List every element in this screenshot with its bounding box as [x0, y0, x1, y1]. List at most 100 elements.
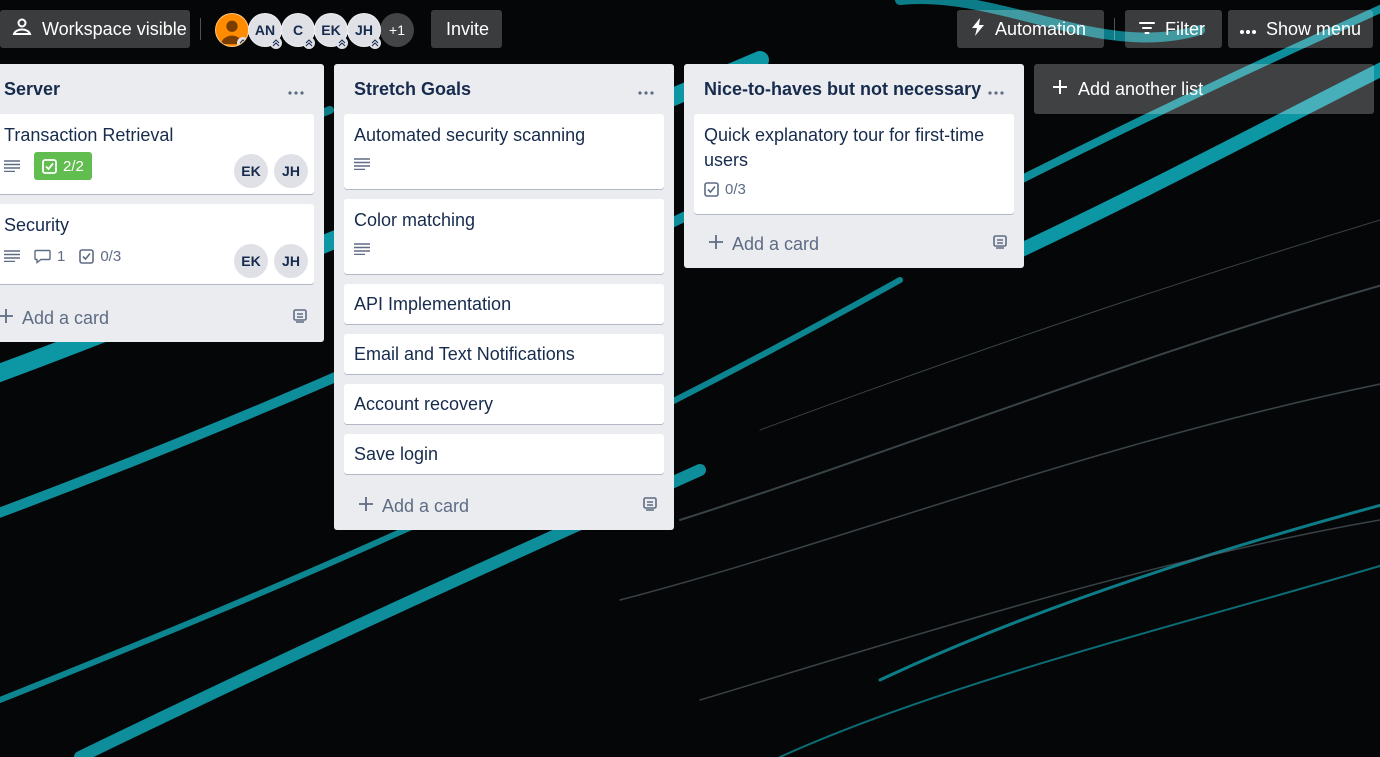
add-card-button[interactable]: Add a card [334, 482, 674, 530]
plus-icon [708, 234, 724, 255]
workspace-visible-icon [12, 17, 32, 42]
card-title: Save login [354, 444, 439, 464]
list-header: Nice-to-haves but not necessary [684, 64, 1024, 114]
card[interactable]: Transaction Retrieval 2/2 EK JH [0, 114, 314, 194]
checklist-count: 2/2 [63, 157, 84, 175]
card[interactable]: Color matching [344, 199, 664, 274]
member-initials: JH [355, 22, 373, 38]
card-member-ek[interactable]: EK [234, 154, 268, 188]
admin-chevron-icon [270, 37, 282, 49]
board-members: AN C EK JH +1 [215, 13, 414, 49]
card[interactable]: Automated security scanning [344, 114, 664, 189]
automation-button[interactable]: Automation [957, 10, 1104, 48]
plus-icon [358, 496, 374, 517]
list-actions-icon[interactable] [988, 84, 1004, 95]
card-badges [354, 235, 654, 263]
admin-chevron-icon [237, 37, 248, 46]
list-header: Stretch Goals [334, 64, 674, 114]
checklist-count: 0/3 [725, 180, 746, 198]
invite-button[interactable]: Invite [431, 10, 502, 48]
member-initials: C [292, 22, 304, 38]
card-title: Transaction Retrieval [4, 125, 174, 145]
card-title: Quick explanatory tour for first-time us… [704, 125, 985, 170]
description-icon [354, 243, 370, 255]
list-header: Server [0, 64, 324, 114]
description-icon [354, 158, 370, 170]
card-members: EK JH [234, 244, 308, 278]
more-dots-icon [1240, 19, 1256, 40]
list-title[interactable]: Stretch Goals [354, 79, 471, 100]
list-actions-icon[interactable] [638, 84, 654, 95]
admin-chevron-icon [369, 37, 381, 49]
card-badges [354, 150, 654, 178]
card-title: Email and Text Notifications [354, 344, 575, 364]
description-icon [4, 250, 20, 262]
card-template-icon[interactable] [292, 308, 308, 329]
add-card-label: Add a card [22, 307, 110, 328]
checklist-badge: 2/2 [34, 152, 92, 180]
card-title: Automated security scanning [354, 125, 586, 145]
header-divider [200, 18, 201, 40]
member-initials: AN [254, 22, 276, 38]
checklist-count: 0/3 [100, 247, 122, 265]
member-initials: EK [321, 22, 341, 38]
more-members-button[interactable]: +1 [380, 13, 414, 47]
invite-label: Invite [446, 18, 490, 39]
comment-count: 1 [57, 247, 66, 265]
card-member-jh[interactable]: JH [274, 154, 308, 188]
card-title: Color matching [354, 210, 476, 230]
plus-icon [0, 308, 14, 329]
card-title: Account recovery [354, 394, 494, 414]
card[interactable]: Quick explanatory tour for first-time us… [694, 114, 1014, 214]
list-server: Server Transaction Retrieval 2/2 EK JH S… [0, 64, 324, 342]
member-avatar-jh[interactable]: JH [347, 13, 381, 49]
member-avatar-c[interactable]: C [281, 13, 315, 49]
card[interactable]: API Implementation [344, 284, 664, 324]
add-card-label: Add a card [382, 495, 470, 516]
board-header: Workspace visible AN C EK JH +1 Invite A… [0, 0, 1380, 60]
list-stretch-goals: Stretch Goals Automated security scannin… [334, 64, 674, 530]
card[interactable]: Save login [344, 434, 664, 474]
add-another-list-button[interactable]: Add another list [1034, 64, 1374, 114]
card-member-jh[interactable]: JH [274, 244, 308, 278]
description-icon [4, 160, 20, 172]
add-card-button[interactable]: Add a card [0, 294, 324, 342]
card-members: EK JH [234, 154, 308, 188]
card-badges: 0/3 [704, 175, 1004, 203]
card[interactable]: Account recovery [344, 384, 664, 424]
more-members-count: +1 [389, 22, 405, 38]
checklist-badge: 0/3 [704, 181, 746, 198]
card-template-icon[interactable] [642, 496, 658, 517]
list-actions-icon[interactable] [288, 84, 304, 95]
filter-button[interactable]: Filter [1125, 10, 1222, 48]
member-avatar-ek[interactable]: EK [314, 13, 348, 49]
member-avatar-photo[interactable] [215, 13, 249, 47]
automation-label: Automation [995, 18, 1087, 39]
list-title[interactable]: Nice-to-haves but not necessary [704, 79, 981, 100]
add-card-label: Add a card [732, 233, 820, 254]
header-divider [1114, 18, 1115, 40]
workspace-visible-label: Workspace visible [42, 18, 187, 39]
card[interactable]: Security 1 0/3 EK JH [0, 204, 314, 284]
card-template-icon[interactable] [992, 234, 1008, 255]
plus-icon [1052, 79, 1068, 100]
list-title[interactable]: Server [4, 79, 60, 100]
card[interactable]: Email and Text Notifications [344, 334, 664, 374]
filter-label: Filter [1165, 18, 1205, 39]
show-menu-button[interactable]: Show menu [1228, 10, 1373, 48]
add-card-button[interactable]: Add a card [684, 220, 1024, 268]
card-title: API Implementation [354, 294, 512, 314]
add-another-list-label: Add another list [1078, 78, 1204, 99]
card-title: Security [4, 215, 70, 235]
admin-chevron-icon [336, 37, 348, 49]
filter-icon [1139, 19, 1155, 40]
member-avatar-an[interactable]: AN [248, 13, 282, 49]
card-member-ek[interactable]: EK [234, 244, 268, 278]
list-nice-to-haves: Nice-to-haves but not necessary Quick ex… [684, 64, 1024, 268]
admin-chevron-icon [303, 37, 315, 49]
lightning-icon [971, 17, 985, 41]
checklist-badge: 0/3 [79, 248, 121, 265]
comments-badge: 1 [34, 248, 65, 265]
workspace-visible-button[interactable]: Workspace visible [0, 10, 190, 48]
show-menu-label: Show menu [1266, 18, 1362, 39]
